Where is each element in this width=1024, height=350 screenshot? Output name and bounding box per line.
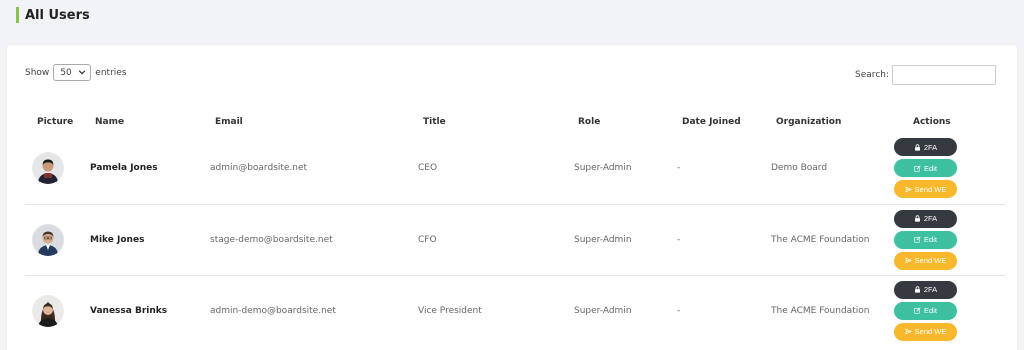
user-role: Super-Admin: [554, 274, 672, 346]
twofa-label: 2FA: [923, 285, 938, 295]
send-icon: [904, 328, 912, 335]
user-name: Pamela Jones: [90, 163, 158, 174]
page-title-text: All Users: [25, 7, 90, 23]
twofa-button[interactable]: 2FA: [894, 280, 957, 299]
user-title: CFO: [406, 203, 554, 275]
chevron-down-icon: [79, 70, 86, 75]
edit-button[interactable]: Edit: [894, 159, 957, 178]
user-role: Super-Admin: [554, 203, 672, 275]
avatar: [32, 294, 64, 327]
search-control: Search:: [855, 65, 996, 85]
edit-label: Edit: [924, 163, 937, 173]
header-role[interactable]: Role: [554, 111, 672, 133]
user-role: Super-Admin: [574, 163, 632, 174]
user-name: Vanessa Brinks: [88, 274, 198, 346]
users-table: Picture Name Email Title Role Date Joine…: [25, 111, 1005, 346]
edit-button[interactable]: Edit: [894, 230, 957, 249]
action-buttons: 2FA Edit Send WE: [894, 138, 1005, 199]
edit-label: Edit: [924, 235, 937, 244]
page-title: All Users: [16, 6, 90, 24]
table-header-row: Picture Name Email Title Role Date Joine…: [25, 111, 1005, 133]
table-row: Pamela Jones admin@boardsite.net CEO Sup…: [25, 133, 1005, 204]
edit-icon: [914, 307, 921, 314]
user-email: admin@boardsite.net: [210, 163, 308, 174]
show-label: Show: [25, 67, 50, 78]
users-card: Show 50 entries Search: Picture Name Ema…: [7, 45, 1017, 350]
twofa-button[interactable]: 2FA: [894, 138, 957, 157]
header-name[interactable]: Name: [88, 111, 198, 133]
send-icon: [904, 186, 912, 193]
header-date-joined[interactable]: Date Joined: [672, 111, 766, 133]
user-organization: The ACME Foundation: [766, 274, 894, 346]
action-buttons: 2FA Edit Send WE: [894, 209, 1005, 270]
twofa-label: 2FA: [923, 214, 938, 223]
user-date-joined: -: [672, 274, 766, 346]
entries-select[interactable]: 50: [53, 64, 92, 81]
twofa-label: 2FA: [923, 142, 938, 152]
header-picture[interactable]: Picture: [25, 111, 88, 133]
avatar: [32, 152, 64, 185]
twofa-button[interactable]: 2FA: [894, 209, 957, 228]
user-email: stage-demo@boardsite.net: [198, 203, 406, 275]
action-buttons: 2FA Edit Send WE: [894, 280, 1005, 341]
user-date-joined: -: [677, 163, 681, 174]
send-we-label: Send WE: [914, 184, 947, 194]
header-email[interactable]: Email: [198, 111, 406, 133]
send-we-button[interactable]: Send WE: [894, 251, 957, 270]
lock-icon: [914, 215, 920, 222]
title-accent-bar: [16, 7, 19, 23]
edit-icon: [914, 236, 921, 243]
send-icon: [904, 257, 912, 264]
header-actions: Actions: [913, 117, 951, 127]
user-title: Vice President: [406, 274, 554, 346]
header-title[interactable]: Title: [406, 111, 554, 133]
send-we-button[interactable]: Send WE: [894, 180, 957, 199]
user-date-joined: -: [672, 203, 766, 275]
lock-icon: [914, 286, 920, 293]
header-organization[interactable]: Organization: [766, 111, 894, 133]
send-we-label: Send WE: [914, 327, 947, 337]
user-title: CEO: [418, 163, 438, 174]
edit-button[interactable]: Edit: [894, 301, 957, 320]
search-label: Search:: [855, 70, 889, 80]
user-email: admin-demo@boardsite.net: [198, 274, 406, 346]
search-input[interactable]: [892, 65, 996, 85]
user-organization: Demo Board: [771, 163, 828, 174]
table-row: Vanessa Brinks admin-demo@boardsite.net …: [25, 274, 1005, 346]
lock-icon: [914, 144, 920, 151]
edit-icon: [914, 165, 921, 172]
edit-label: Edit: [924, 306, 937, 316]
send-we-label: Send WE: [914, 256, 947, 265]
entries-select-value: 50: [60, 67, 72, 78]
show-entries-control: Show 50 entries: [25, 64, 127, 81]
send-we-button[interactable]: Send WE: [894, 322, 957, 341]
user-organization: The ACME Foundation: [766, 203, 894, 275]
entries-label: entries: [95, 67, 127, 78]
table-row: Mike Jones stage-demo@boardsite.net CFO …: [25, 203, 1005, 275]
user-name: Mike Jones: [88, 203, 198, 275]
avatar: [32, 223, 64, 256]
